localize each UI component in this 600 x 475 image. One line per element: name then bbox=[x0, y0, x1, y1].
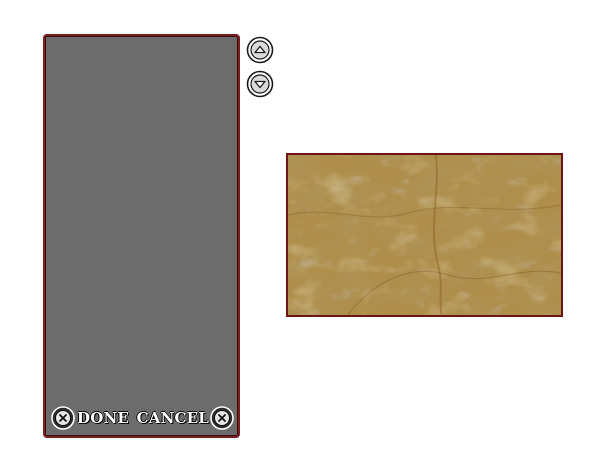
parchment-texture bbox=[288, 155, 561, 315]
arrow-up-circle-icon bbox=[246, 36, 274, 68]
arrow-down-circle-icon bbox=[246, 70, 274, 102]
cancel-button[interactable]: CANCEL bbox=[137, 404, 234, 432]
done-label: DONE bbox=[77, 409, 130, 427]
close-circle-icon bbox=[210, 406, 234, 430]
scroll-down-button[interactable] bbox=[246, 70, 274, 98]
texture-preview bbox=[286, 153, 563, 317]
scroll-up-button[interactable] bbox=[246, 36, 274, 64]
close-circle-icon bbox=[51, 406, 75, 430]
game-dialog: DONE CANCEL bbox=[0, 0, 600, 475]
done-button[interactable]: DONE bbox=[51, 404, 129, 432]
selection-list-panel: DONE CANCEL bbox=[43, 34, 240, 438]
selection-list[interactable] bbox=[49, 40, 234, 396]
cancel-label: CANCEL bbox=[136, 409, 209, 427]
